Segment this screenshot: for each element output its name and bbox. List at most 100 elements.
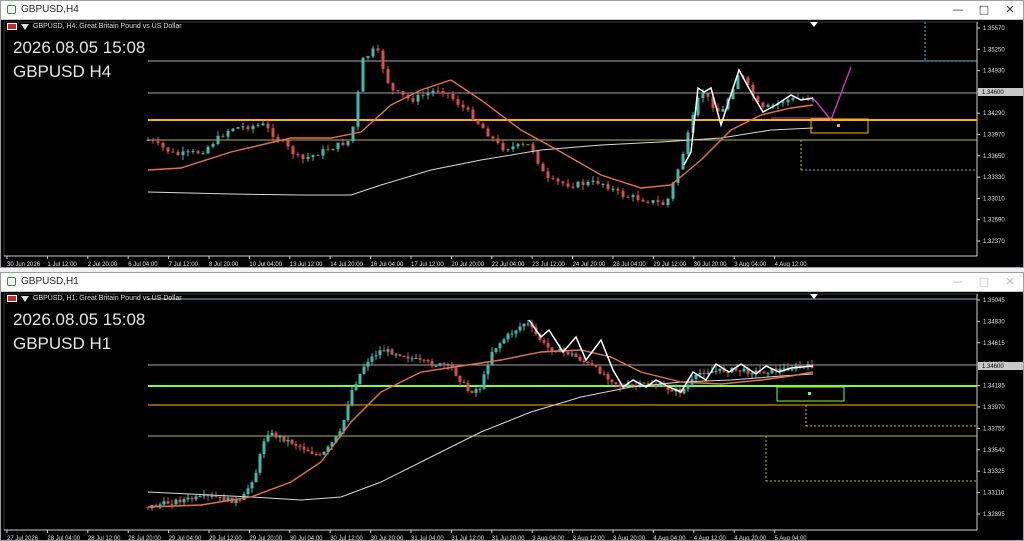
candle-body bbox=[474, 389, 478, 393]
minimize-icon[interactable]: — bbox=[945, 1, 971, 19]
h4-chart-area[interactable]: 1.355701.352501.349301.346101.342901.339… bbox=[1, 20, 1023, 267]
candle-body bbox=[171, 151, 175, 153]
candle-body bbox=[486, 128, 490, 137]
h1-chart-window[interactable]: GBPUSD,H1 — □ ✕ 1.35045 1.34830 1.34615 1.3… bbox=[0, 272, 1024, 541]
candle-body bbox=[310, 451, 314, 454]
time-tick-label: 30 Jul 12:00 bbox=[330, 536, 363, 540]
candle-body bbox=[666, 198, 670, 205]
candle-body bbox=[466, 107, 470, 110]
h4-chart-window[interactable]: GBPUSD,H4 — □ ✕ 1.35570 1.35250 1.34930 1.3… bbox=[0, 0, 1024, 268]
candle-body bbox=[494, 348, 498, 352]
candle-body bbox=[576, 181, 580, 188]
candle-body bbox=[270, 432, 274, 436]
candle-body bbox=[211, 144, 215, 147]
candle-body bbox=[374, 355, 378, 357]
candle-body bbox=[231, 128, 235, 132]
close-icon[interactable]: ✕ bbox=[997, 273, 1023, 291]
minimize-icon[interactable]: — bbox=[945, 273, 971, 291]
candle-body bbox=[414, 357, 418, 359]
candle-body bbox=[661, 202, 665, 205]
time-tick-label: 20 Jul 20:00 bbox=[451, 262, 484, 267]
candle-body bbox=[291, 146, 295, 155]
candle-body bbox=[402, 355, 406, 357]
candle-body bbox=[502, 339, 506, 344]
candle-body bbox=[458, 375, 462, 382]
candle-body bbox=[174, 499, 178, 505]
candle-body bbox=[582, 360, 586, 363]
candle-body bbox=[506, 333, 510, 340]
price-tick-label: 1.33110 bbox=[983, 491, 1005, 497]
h4-symbol-label: GBPUSD, H4: Great Britain Pound vs US Do… bbox=[7, 23, 182, 30]
candle-body bbox=[498, 343, 502, 349]
dropdown-icon[interactable] bbox=[21, 295, 29, 302]
candle-body bbox=[366, 361, 370, 367]
h1-chart-area[interactable]: 1.350451.348301.346151.344001.341851.339… bbox=[1, 292, 1023, 540]
candle-body bbox=[490, 351, 494, 365]
price-tick-label: 1.33970 bbox=[983, 405, 1005, 411]
time-tick-label: 30 Jul 04:00 bbox=[290, 536, 323, 540]
time-tick-label: 29 Jul 12:00 bbox=[653, 262, 686, 267]
h4-date-text: 2026.08.05 15:08 bbox=[13, 38, 146, 57]
candle-body bbox=[654, 384, 658, 386]
candle-body bbox=[616, 188, 620, 191]
candle-body bbox=[486, 364, 490, 375]
candle-body bbox=[550, 347, 554, 351]
candle-body bbox=[630, 384, 634, 386]
maximize-icon[interactable]: □ bbox=[971, 273, 997, 291]
time-tick-label: 4 Aug 04:00 bbox=[653, 536, 686, 540]
candle-body bbox=[378, 350, 382, 356]
candle-body bbox=[456, 99, 460, 105]
candle-body bbox=[590, 362, 594, 366]
candle-body bbox=[361, 57, 365, 92]
candle-body bbox=[790, 369, 794, 371]
h4-titlebar[interactable]: GBPUSD,H4 — □ ✕ bbox=[1, 1, 1023, 20]
candle-body bbox=[671, 182, 675, 199]
candle-body bbox=[766, 104, 770, 108]
maximize-icon[interactable]: □ bbox=[971, 1, 997, 19]
candle-body bbox=[190, 497, 194, 500]
h4-symbol-description: GBPUSD, H4: Great Britain Pound vs US Do… bbox=[33, 23, 182, 30]
candle-body bbox=[218, 496, 222, 498]
price-tick-label: 1.34830 bbox=[983, 319, 1005, 325]
h1-titlebar[interactable]: GBPUSD,H1 — □ ✕ bbox=[1, 273, 1023, 292]
candle-body bbox=[390, 349, 394, 355]
candle-body bbox=[401, 90, 405, 95]
time-tick-label: 30 Jul 20:00 bbox=[694, 262, 727, 267]
candle-body bbox=[266, 435, 270, 442]
measure-box-center bbox=[837, 124, 840, 127]
candle-body bbox=[214, 495, 218, 498]
price-tick-label: 1.33540 bbox=[983, 448, 1005, 454]
candle-body bbox=[514, 330, 518, 334]
candle-body bbox=[356, 91, 360, 127]
time-tick-label: 3 Aug 12:00 bbox=[573, 536, 606, 540]
candle-body bbox=[396, 90, 400, 92]
candle-body bbox=[566, 351, 570, 355]
candle-body bbox=[302, 446, 306, 450]
candle-body bbox=[194, 496, 198, 500]
h4-price-chart[interactable]: 1.355701.352501.349301.346101.342901.339… bbox=[1, 20, 1023, 267]
candle-body bbox=[298, 445, 302, 447]
candle-body bbox=[501, 143, 505, 151]
candle-body bbox=[594, 365, 598, 367]
candle-body bbox=[206, 146, 210, 154]
candle-body bbox=[406, 356, 410, 359]
close-icon[interactable]: ✕ bbox=[997, 1, 1023, 19]
candle-body bbox=[642, 382, 646, 384]
candle-body bbox=[341, 142, 345, 146]
dropdown-icon[interactable] bbox=[21, 23, 29, 30]
candle-body bbox=[258, 454, 262, 473]
candle-body bbox=[522, 323, 526, 327]
candle-body bbox=[306, 156, 310, 159]
candle-body bbox=[526, 144, 530, 146]
candle-body bbox=[714, 370, 718, 372]
time-tick-label: 4 Aug 20:00 bbox=[734, 536, 767, 540]
candle-body bbox=[631, 195, 635, 198]
candle-body bbox=[516, 143, 520, 147]
h1-price-chart[interactable]: 1.350451.348301.346151.344001.341851.339… bbox=[1, 292, 1023, 540]
candle-body bbox=[202, 495, 206, 497]
candle-body bbox=[656, 200, 660, 203]
candle-body bbox=[358, 373, 362, 385]
price-tick-label: 1.35045 bbox=[983, 298, 1005, 304]
candle-body bbox=[210, 495, 214, 497]
candle-body bbox=[178, 499, 182, 503]
